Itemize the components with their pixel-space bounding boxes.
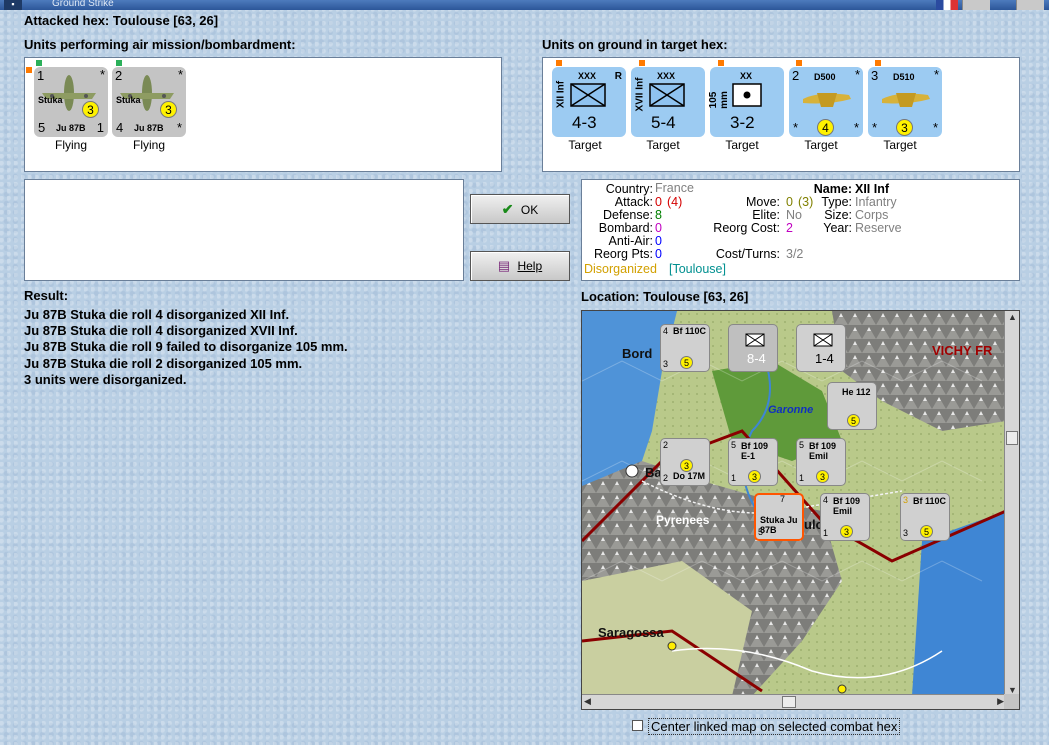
scroll-right-icon[interactable]: ▶ [997, 696, 1004, 707]
scroll-up-icon[interactable]: ▲ [1008, 312, 1017, 322]
unit-marker-icon [875, 60, 881, 66]
air-unit-card[interactable]: 1 * Stuka Ju 87B 5 1 3 [34, 67, 108, 137]
unit-status: Target [883, 138, 917, 152]
map-unit[interactable]: 4 Bf 109 Emil 1 3 [820, 493, 870, 541]
minimize-button[interactable] [962, 0, 990, 10]
ground-units-panel: XII Inf XXX R 4-3 Target XVII Inf XXX 5-… [542, 57, 1020, 172]
map-unit[interactable]: 1-4 [796, 324, 846, 372]
unit-status: Target [804, 138, 838, 152]
center-map-checkbox-label[interactable]: Center linked map on selected combat hex [648, 718, 901, 735]
center-map-checkbox[interactable] [632, 720, 643, 731]
unit-marker-icon [556, 60, 562, 66]
infantry-symbol-icon [745, 333, 765, 347]
ground-unit-card[interactable]: XII Inf XXX R 4-3 [552, 67, 626, 137]
unit-status: Flying [54, 138, 87, 152]
air-units-panel: 1 * Stuka Ju 87B 5 1 3 Flying 2 * Stuka … [24, 57, 502, 172]
france-flag-icon [936, 0, 958, 10]
map-unit[interactable]: 3 Bf 110C 3 5 [900, 493, 950, 541]
close-button[interactable] [1016, 0, 1044, 10]
ground-unit-card[interactable]: 2 D500 * * * 4 [789, 67, 863, 137]
checkmark-icon: ✔ [501, 201, 514, 217]
unit-badge: 4 [817, 119, 834, 136]
air-unit-card[interactable]: 2 * Stuka Ju 87B 4 * 3 [112, 67, 186, 137]
location-label: Location: Toulouse [63, 26] [581, 289, 749, 304]
system-menu-icon[interactable]: ▪ [4, 0, 22, 10]
unit-marker-icon [718, 60, 724, 66]
ground-unit-card[interactable]: 105 mm XX 3-2 [708, 67, 784, 137]
ok-button[interactable]: ✔ OK [470, 194, 570, 224]
scroll-left-icon[interactable]: ◀ [584, 696, 591, 707]
ground-unit-card[interactable]: 3 D510 * * * 3 [868, 67, 942, 137]
unit-marker-icon [639, 60, 645, 66]
unit-marker-icon [26, 67, 32, 73]
unit-info-panel: Country: France Attack: 0 (4) Defense: 8… [581, 179, 1020, 281]
unit-status: Target [725, 138, 759, 152]
message-panel [24, 179, 464, 281]
ground-units-label: Units on ground in target hex: [542, 37, 728, 52]
unit-badge: 3 [82, 101, 99, 118]
map-horizontal-scrollbar[interactable]: ◀ ▶ [582, 694, 1006, 709]
unit-status: Target [646, 138, 680, 152]
unit-status: Flying [132, 138, 165, 152]
combat-map[interactable]: Bord VICHY FR Garonne Pyrenees Saragossa… [581, 310, 1020, 710]
scroll-corner [1004, 694, 1019, 709]
artillery-symbol-icon [732, 83, 762, 107]
result-line: 3 units were disorganized. [24, 371, 187, 387]
unit-badge: 3 [896, 119, 913, 136]
window-title-bar: ▪ Ground Strike [0, 0, 1049, 10]
infantry-symbol-icon [813, 333, 833, 347]
scrollbar-thumb[interactable] [1006, 431, 1018, 445]
map-unit[interactable]: 4 Bf 110C 3 5 [660, 324, 710, 372]
unit-badge: 3 [160, 101, 177, 118]
unit-marker-icon [796, 60, 802, 66]
map-unit[interactable]: 5 Bf 109 E-1 1 3 [728, 438, 778, 486]
map-unit[interactable]: 2 Do 17M 2 3 [660, 438, 710, 486]
result-line: Ju 87B Stuka die roll 4 disorganized XII… [24, 307, 290, 322]
unit-status: Target [568, 138, 602, 152]
map-unit[interactable]: He 112 5 [827, 382, 877, 430]
attacked-hex-title: Attacked hex: Toulouse [63, 26] [24, 13, 219, 28]
result-label: Result: [24, 288, 69, 303]
map-unit[interactable]: 8-4 [728, 324, 778, 372]
infantry-symbol-icon [570, 83, 606, 107]
air-units-label: Units performing air mission/bombardment… [24, 37, 296, 52]
ground-unit-card[interactable]: XVII Inf XXX 5-4 [631, 67, 705, 137]
d510-aircraft-icon [882, 93, 930, 107]
d500-aircraft-icon [803, 93, 851, 107]
result-line: Ju 87B Stuka die roll 9 failed to disorg… [24, 339, 348, 355]
result-log: Ju 87B Stuka die roll 4 disorganized XII… [24, 307, 348, 388]
result-line: Ju 87B Stuka die roll 2 disorganized 105… [24, 355, 303, 371]
scrollbar-thumb[interactable] [782, 696, 796, 708]
unit-marker-icon [36, 60, 42, 66]
map-unit-selected[interactable]: 7 Stuka Ju 87B 5 [754, 493, 804, 541]
map-unit[interactable]: 5 Bf 109 Emil 1 3 [796, 438, 846, 486]
help-book-icon: ▤ [497, 258, 511, 273]
unit-marker-icon [116, 60, 122, 66]
result-line: Ju 87B Stuka die roll 4 disorganized XVI… [24, 323, 298, 339]
infantry-symbol-icon [649, 83, 685, 107]
window-title: Ground Strike [52, 0, 114, 9]
map-vertical-scrollbar[interactable]: ▲ ▼ [1004, 311, 1019, 696]
help-button[interactable]: ▤ Help [470, 251, 570, 281]
